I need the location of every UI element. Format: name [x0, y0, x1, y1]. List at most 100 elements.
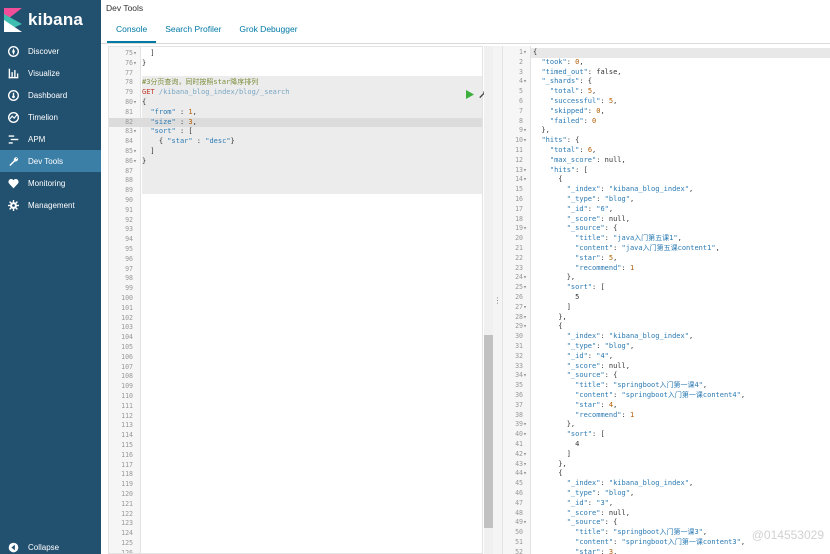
output-line: 49▾ "_source": { — [503, 518, 830, 528]
output-line: 45 "_index": "kibana_blog_index", — [503, 479, 830, 489]
line-number: 84 — [125, 137, 137, 146]
line-number: 18 — [515, 214, 527, 223]
sidebar-item-apm[interactable]: APM — [0, 128, 101, 150]
line-text: "_type": "blog", — [566, 342, 635, 350]
sidebar-item-discover[interactable]: Discover — [0, 40, 101, 62]
heartbeat-icon — [6, 176, 20, 190]
output-line: 22 "star": 5, — [503, 254, 830, 264]
line-number: 117 — [121, 460, 137, 469]
line-number: 31 — [515, 342, 527, 350]
line-number: 114 — [121, 431, 137, 440]
editor-line: 105 — [109, 343, 482, 353]
output-line: 29▾ { — [503, 322, 830, 332]
sidebar-item-dashboard[interactable]: Dashboard — [0, 84, 101, 106]
line-number: 10▾ — [515, 136, 527, 145]
editor-line: 103 — [109, 323, 482, 333]
send-request-icon[interactable] — [466, 90, 474, 99]
line-number: 91 — [125, 205, 137, 214]
editor-line: 123 — [109, 519, 482, 529]
line-number: 111 — [121, 401, 137, 410]
line-number: 79 — [125, 88, 137, 97]
line-number: 9▾ — [519, 126, 527, 135]
sidebar-item-visualize[interactable]: Visualize — [0, 62, 101, 84]
output-line: 32 "_id": "4", — [503, 352, 830, 362]
line-number: 25▾ — [515, 283, 527, 292]
line-text: "_type": "blog", — [566, 489, 635, 497]
editor-line: 82 "size" : 3, — [109, 117, 482, 128]
line-number: 40▾ — [515, 430, 527, 439]
response-output[interactable]: 1▾{2 "took": 0, 3 "timed_out": false, 4▾ "… — [502, 46, 830, 554]
output-line: 52 "star": 3, — [503, 548, 830, 554]
gear-icon — [6, 198, 20, 212]
output-line: 37 "star": 4, — [503, 401, 830, 411]
output-line: 7 "skipped": 0, — [503, 107, 830, 117]
line-text: "hits": { — [541, 136, 580, 145]
line-number: 29▾ — [515, 322, 527, 331]
line-text: ] — [533, 302, 571, 311]
output-line: 2 "took": 0, — [503, 58, 830, 68]
sidebar: kibana Discover Visualize Dashboard Time… — [0, 0, 101, 554]
sidebar-item-timelion[interactable]: Timelion — [0, 106, 101, 128]
line-number: 44▾ — [515, 469, 527, 478]
line-number: 21 — [515, 244, 527, 252]
line-number: 11 — [515, 146, 527, 154]
tab-grok-debugger[interactable]: Grok Debugger — [230, 18, 306, 43]
line-text: "_source": { — [566, 224, 618, 233]
line-text: 4 — [533, 440, 580, 448]
collapse-label: Collapse — [28, 542, 60, 552]
line-text: "content": "java入门第五课content1", — [575, 244, 720, 252]
line-text: "sort": [ — [566, 430, 605, 439]
editor-line: 81 "from" : 1, — [109, 108, 482, 118]
output-line: 38 "recommend": 1 — [503, 411, 830, 421]
output-line: 40▾ "sort": [ — [503, 430, 830, 440]
output-line: 12 "max_score": null, — [503, 156, 830, 166]
editor-line: 99 — [109, 284, 482, 294]
sidebar-item-monitoring[interactable]: Monitoring — [0, 172, 101, 194]
output-line: 23 "recommend": 1 — [503, 264, 830, 274]
line-text: "_shards": { — [541, 77, 593, 86]
line-number: 48 — [515, 508, 527, 517]
line-number: 51 — [515, 538, 527, 546]
line-text: { — [533, 322, 563, 331]
tab-console[interactable]: Console — [107, 18, 157, 43]
line-text: "skipped": 0, — [549, 106, 605, 115]
editor-line: 104 — [109, 333, 482, 343]
watermark: @014553029 — [751, 528, 824, 542]
sidebar-item-label: Visualize — [28, 68, 60, 78]
collapse-button[interactable]: Collapse — [0, 540, 101, 554]
editor-line: 120 — [109, 490, 482, 500]
kibana-logo[interactable]: kibana — [0, 0, 101, 40]
line-text: }, — [533, 273, 576, 282]
line-number: 97 — [125, 264, 137, 273]
line-text: ] — [142, 147, 155, 155]
sidebar-item-label: Monitoring — [28, 178, 66, 188]
console-editor[interactable]: 75▾ ] 76▾} 77 78 #3分页查询，同时按照star降序排列 79 GET… — [108, 46, 483, 554]
line-text: "_index": "kibana_blog_index", — [566, 185, 694, 194]
line-text: }, — [533, 420, 576, 429]
editor-line: 86▾} — [109, 157, 482, 167]
tab-search-profiler[interactable]: Search Profiler — [156, 18, 230, 43]
sidebar-item-dev-tools[interactable]: Dev Tools — [0, 150, 101, 172]
editor-line: 109 — [109, 382, 482, 392]
line-text: "_type": "blog", — [566, 195, 635, 203]
output-line: 26 5 — [503, 293, 830, 303]
line-text: "sort" : [ — [150, 127, 193, 136]
line-text: { "star" : "desc"} — [142, 137, 235, 146]
wrench-icon — [6, 154, 20, 168]
output-line: 35 "title": "springboot入门第一课4", — [503, 381, 830, 391]
line-number: 38 — [515, 410, 527, 419]
line-number: 13▾ — [515, 165, 527, 174]
sidebar-item-management[interactable]: Management — [0, 194, 101, 216]
line-number: 46 — [515, 489, 527, 497]
line-number: 47 — [515, 498, 527, 507]
line-text: "_source": { — [566, 371, 618, 380]
line-number: 16 — [515, 195, 527, 203]
line-text: "max_score": null, — [549, 155, 626, 164]
editor-line: 92 — [109, 216, 482, 226]
output-line: 33 "_score": null, — [503, 362, 830, 372]
line-number: 124 — [121, 529, 137, 538]
pane-splitter[interactable]: ⋮ — [493, 46, 502, 554]
line-text: "_index": "kibana_blog_index", — [566, 332, 694, 341]
output-line: 41 4 — [503, 440, 830, 450]
editor-scrollbar-thumb[interactable] — [484, 335, 493, 528]
